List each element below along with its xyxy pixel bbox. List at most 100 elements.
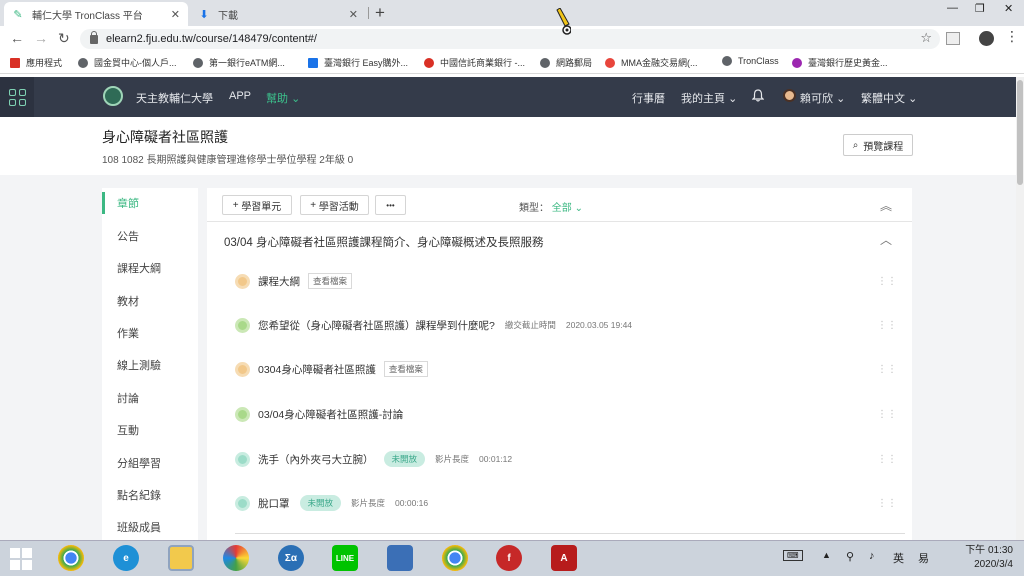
activity-title[interactable]: 03/04身心障礙者社區照護-討論: [258, 407, 403, 422]
tab-downloads[interactable]: ⬇ 下載 ✕: [190, 2, 366, 26]
bookmark-item[interactable]: 國金貿中心-個人戶...: [78, 56, 177, 69]
forward-icon[interactable]: →: [34, 30, 48, 46]
chevron-up-icon[interactable]: ▲: [822, 550, 831, 560]
collapse-all-icon[interactable]: ︽: [880, 197, 892, 214]
bookmark-item[interactable]: 中國信託商業銀行 -...: [424, 56, 525, 69]
drag-handle-icon[interactable]: ⋮⋮: [877, 454, 897, 465]
close-icon[interactable]: ✕: [171, 8, 180, 21]
chevron-down-icon: ⌄: [908, 93, 918, 105]
view-file-tag[interactable]: 查看檔案: [383, 361, 428, 377]
drag-handle-icon[interactable]: ⋮⋮: [877, 320, 897, 331]
close-icon[interactable]: ✕: [349, 8, 358, 21]
bookmark-item[interactable]: MMA金融交易網(...: [605, 56, 698, 69]
drag-handle-icon[interactable]: ⋮⋮: [877, 276, 897, 287]
profile-icon[interactable]: [979, 31, 994, 46]
sidebar-item-chapters[interactable]: 章節: [102, 192, 198, 214]
photos-icon[interactable]: [223, 545, 249, 571]
sidebar-item-group-learning[interactable]: 分組學習: [102, 452, 198, 474]
globe-icon: [78, 57, 88, 68]
school-name[interactable]: 天主教輔仁大學: [136, 90, 213, 106]
scrollbar-thumb[interactable]: [1017, 80, 1023, 185]
bookmark-star-icon[interactable]: ☆: [920, 30, 932, 46]
back-icon[interactable]: ←: [10, 30, 24, 46]
list-item[interactable]: 您希望從（身心障礙者社區照護）課程學到什麼呢? 繳交截止時間 2020.03.0…: [235, 313, 905, 337]
restore-icon[interactable]: ❐: [975, 2, 985, 15]
avatar[interactable]: [783, 89, 796, 102]
volume-icon[interactable]: ♪: [869, 550, 875, 562]
chevron-down-icon: ⌄: [574, 203, 583, 214]
drag-handle-icon[interactable]: ⋮⋮: [877, 364, 897, 375]
activity-title[interactable]: 您希望從（身心障礙者社區照護）課程學到什麼呢?: [258, 318, 495, 333]
add-activity-button[interactable]: + 學習活動: [300, 195, 369, 215]
network-icon[interactable]: ⚲: [846, 550, 854, 563]
university-logo[interactable]: [103, 86, 123, 106]
remote-desktop-icon[interactable]: [387, 545, 413, 571]
nav-calendar[interactable]: 行事曆: [632, 90, 665, 106]
sidebar-item-interaction[interactable]: 互動: [102, 419, 198, 441]
drag-handle-icon[interactable]: ⋮⋮: [877, 498, 897, 509]
nav-app[interactable]: APP: [229, 90, 251, 102]
sidebar-item-syllabus[interactable]: 課程大綱: [102, 257, 198, 279]
bookmark-item[interactable]: 網路郵局: [540, 56, 592, 69]
activity-title[interactable]: 0304身心障礙者社區照護: [258, 362, 376, 377]
list-item[interactable]: 課程大綱 查看檔案 ⋮⋮: [235, 269, 905, 293]
chrome-icon[interactable]: [58, 545, 84, 571]
bookmark-item[interactable]: TronClass: [722, 56, 779, 66]
system-clock[interactable]: 下午 01:30 2020/3/4: [953, 544, 1013, 572]
sidebar-item-members[interactable]: 班級成員: [102, 516, 198, 538]
tab-tronclass[interactable]: ✎ 輔仁大學 TronClass 平台 ✕: [4, 2, 188, 26]
ime-layout[interactable]: 易: [918, 550, 929, 566]
preview-course-button[interactable]: ⌕ 預覽課程: [843, 134, 913, 156]
new-tab-button[interactable]: +: [375, 3, 385, 23]
sidebar-item-discussion[interactable]: 討論: [102, 387, 198, 409]
type-filter[interactable]: 類型： 全部 ⌄: [519, 199, 583, 214]
list-item[interactable]: 03/04身心障礙者社區照護-討論 ⋮⋮: [235, 402, 905, 426]
section-title[interactable]: 03/04 身心障礙者社區照護課程簡介、身心障礙概述及長照服務: [224, 234, 543, 250]
nav-help[interactable]: 幫助 ⌄: [266, 90, 300, 106]
sidebar-item-materials[interactable]: 教材: [102, 290, 198, 312]
nav-my-home[interactable]: 我的主頁 ⌄: [681, 90, 737, 106]
internet-explorer-icon[interactable]: e: [113, 545, 139, 571]
extension-icon[interactable]: [946, 32, 960, 45]
bell-icon[interactable]: [752, 89, 764, 102]
language-menu[interactable]: 繁體中文 ⌄: [861, 90, 917, 106]
sidebar-item-homework[interactable]: 作業: [102, 322, 198, 344]
chevron-up-icon[interactable]: ︿: [880, 231, 892, 248]
view-file-tag[interactable]: 查看檔案: [308, 273, 353, 289]
list-item[interactable]: 洗手（內外夾弓大立腕） 未開放 影片長度 00:01:12 ⋮⋮: [235, 447, 905, 471]
sidebar-item-announcements[interactable]: 公告: [102, 225, 198, 247]
address-bar[interactable]: elearn2.fju.edu.tw/course/148479/content…: [80, 29, 940, 49]
reload-icon[interactable]: ↻: [58, 30, 70, 47]
chrome-icon[interactable]: [442, 545, 468, 571]
more-button[interactable]: •••: [375, 195, 406, 215]
plus-icon: +: [310, 199, 319, 211]
start-windows-icon[interactable]: [10, 548, 32, 570]
menu-kebab-icon[interactable]: ⋮: [1005, 28, 1019, 45]
user-menu[interactable]: 賴可欣 ⌄: [800, 90, 845, 106]
flash-icon[interactable]: f: [496, 545, 522, 571]
bookmark-item[interactable]: 臺灣銀行 Easy購外...: [308, 56, 408, 69]
app-grid-icon[interactable]: [0, 77, 34, 117]
math-icon[interactable]: Σα: [278, 545, 304, 571]
sidebar-item-online-quiz[interactable]: 線上測驗: [102, 354, 198, 376]
bookmark-apps[interactable]: 應用程式: [10, 56, 62, 69]
sidebar-item-roll-call[interactable]: 點名紀錄: [102, 484, 198, 506]
list-item[interactable]: 脫口罩 未開放 影片長度 00:00:16 ⋮⋮: [235, 491, 905, 515]
ime-mode[interactable]: 英: [893, 550, 904, 566]
bookmark-label: 臺灣銀行歷史黃金...: [808, 58, 888, 68]
line-icon[interactable]: LINE: [332, 545, 358, 571]
keyboard-icon[interactable]: ⌨: [783, 550, 803, 561]
bookmark-item[interactable]: 第一銀行eATM網...: [193, 56, 285, 69]
bot-icon: [792, 57, 802, 68]
activity-title[interactable]: 脫口罩: [258, 496, 290, 511]
activity-title[interactable]: 洗手（內外夾弓大立腕）: [258, 452, 374, 467]
add-unit-button[interactable]: + 學習單元: [222, 195, 292, 215]
minimize-icon[interactable]: —: [947, 2, 958, 14]
file-explorer-icon[interactable]: [168, 545, 194, 571]
drag-handle-icon[interactable]: ⋮⋮: [877, 409, 897, 420]
activity-title[interactable]: 課程大綱: [258, 274, 300, 289]
acrobat-icon[interactable]: A: [551, 545, 577, 571]
window-close-icon[interactable]: ✕: [1004, 2, 1013, 15]
list-item[interactable]: 0304身心障礙者社區照護 查看檔案 ⋮⋮: [235, 357, 905, 381]
bookmark-item[interactable]: 臺灣銀行歷史黃金...: [792, 56, 888, 69]
